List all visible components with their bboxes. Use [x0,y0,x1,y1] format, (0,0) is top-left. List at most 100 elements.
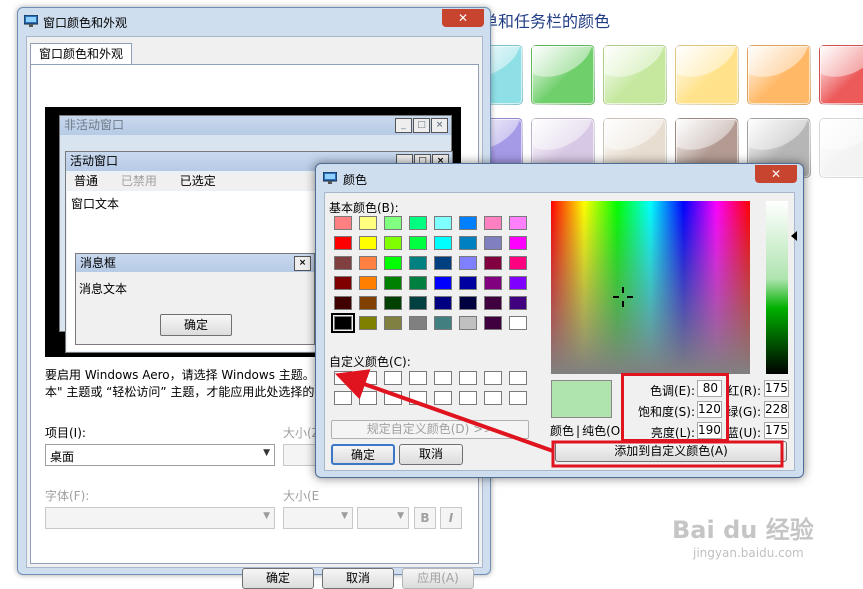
background-color-swatch[interactable] [819,45,863,105]
basic-color-cell[interactable] [509,276,527,290]
basic-color-cell[interactable] [459,296,477,310]
basic-color-cell[interactable] [384,316,402,330]
background-color-swatch[interactable] [603,45,667,105]
basic-color-cell[interactable] [384,236,402,250]
basic-color-cell[interactable] [484,256,502,270]
font-select[interactable]: ▼ [45,507,275,529]
background-page-title: 单和任务栏的颜色 [482,12,611,31]
italic-button[interactable]: I [440,507,462,529]
basic-color-cell[interactable] [409,236,427,250]
background-color-swatch[interactable] [531,45,595,105]
basic-color-cell[interactable] [359,216,377,230]
custom-color-cell[interactable] [434,371,452,385]
basic-color-cell[interactable] [484,296,502,310]
custom-color-cell[interactable] [434,391,452,405]
basic-color-cell[interactable] [509,216,527,230]
basic-color-cell[interactable] [334,256,352,270]
background-color-swatch[interactable] [819,118,863,178]
basic-color-cell[interactable] [359,296,377,310]
basic-color-cell[interactable] [331,313,355,333]
basic-color-cell[interactable] [359,236,377,250]
custom-color-cell[interactable] [359,391,377,405]
basic-color-cell[interactable] [384,256,402,270]
color-dialog-close-button[interactable]: ✕ [755,165,797,183]
bold-button[interactable]: B [414,507,436,529]
luminance-slider[interactable] [766,201,788,374]
basic-color-cell[interactable] [509,316,527,330]
basic-color-cell[interactable] [334,216,352,230]
custom-color-cell[interactable] [334,371,352,385]
basic-color-cell[interactable] [409,256,427,270]
color-cancel-button[interactable]: 取消 [399,444,463,465]
basic-color-cell[interactable] [359,316,377,330]
basic-color-cell[interactable] [384,216,402,230]
basic-color-cell[interactable] [509,236,527,250]
custom-color-cell[interactable] [484,371,502,385]
apply-button[interactable]: 应用(A) [402,568,474,589]
custom-color-cell[interactable] [409,371,427,385]
green-field[interactable]: 228 [764,401,789,418]
basic-color-cell[interactable] [459,256,477,270]
basic-color-cell[interactable] [359,276,377,290]
basic-color-cell[interactable] [384,276,402,290]
close-button[interactable]: ✕ [442,9,484,27]
chevron-down-icon: ▼ [263,511,270,521]
basic-color-cell[interactable] [334,236,352,250]
tab-window-color-appearance[interactable]: 窗口颜色和外观 [30,43,132,65]
custom-color-cell[interactable] [334,391,352,405]
custom-color-cell[interactable] [384,371,402,385]
basic-color-cell[interactable] [359,256,377,270]
define-custom-colors-button[interactable]: 规定自定义颜色(D) >> [331,420,529,439]
basic-color-cell[interactable] [459,236,477,250]
basic-color-cell[interactable] [484,316,502,330]
basic-color-cell[interactable] [434,296,452,310]
basic-color-cell[interactable] [484,236,502,250]
basic-color-cell[interactable] [434,316,452,330]
color-ok-button[interactable]: 确定 [331,444,395,465]
highlight-box [621,373,729,442]
basic-color-cell[interactable] [409,216,427,230]
basic-color-cell[interactable] [434,276,452,290]
red-field[interactable]: 175 [764,380,789,397]
basic-color-cell[interactable] [459,276,477,290]
close-icon: × [294,256,311,271]
menu-disabled: 已禁用 [120,174,157,188]
basic-color-cell[interactable] [334,296,352,310]
custom-color-cell[interactable] [484,391,502,405]
basic-color-cell[interactable] [409,296,427,310]
basic-color-cell[interactable] [484,216,502,230]
basic-color-cell[interactable] [459,216,477,230]
custom-color-cell[interactable] [359,371,377,385]
custom-color-cell[interactable] [409,391,427,405]
basic-color-cell[interactable] [434,236,452,250]
background-color-swatch[interactable] [675,45,739,105]
basic-color-cell[interactable] [509,296,527,310]
basic-color-cell[interactable] [434,216,452,230]
basic-color-cell[interactable] [409,316,427,330]
basic-color-cell[interactable] [384,296,402,310]
custom-color-cell[interactable] [509,391,527,405]
background-color-swatch[interactable] [747,45,811,105]
blue-field[interactable]: 175 [764,422,789,439]
menu-selected: 已选定 [179,174,216,188]
cancel-button[interactable]: 取消 [322,568,394,589]
basic-color-cell[interactable] [484,276,502,290]
add-to-custom-colors-button[interactable]: 添加到自定义颜色(A) [555,441,787,462]
custom-color-cell[interactable] [459,371,477,385]
custom-color-cell[interactable] [509,371,527,385]
appearance-dialog-titlebar[interactable]: 窗口颜色和外观 ✕ [18,8,490,36]
color-spectrum[interactable] [551,201,750,374]
custom-color-cell[interactable] [384,391,402,405]
basic-color-cell[interactable] [409,276,427,290]
font-color-select[interactable]: ▼ [357,507,409,529]
item-select[interactable]: 桌面 ▼ [45,444,275,466]
luminance-pointer-icon[interactable] [791,231,797,241]
custom-color-cell[interactable] [459,391,477,405]
ok-button[interactable]: 确定 [242,568,314,589]
basic-color-cell[interactable] [459,316,477,330]
basic-color-cell[interactable] [334,276,352,290]
watermark-logo: Bai du 经验 [672,516,814,544]
font-size-select[interactable]: ▼ [283,507,353,529]
basic-color-cell[interactable] [509,256,527,270]
basic-color-cell[interactable] [434,256,452,270]
